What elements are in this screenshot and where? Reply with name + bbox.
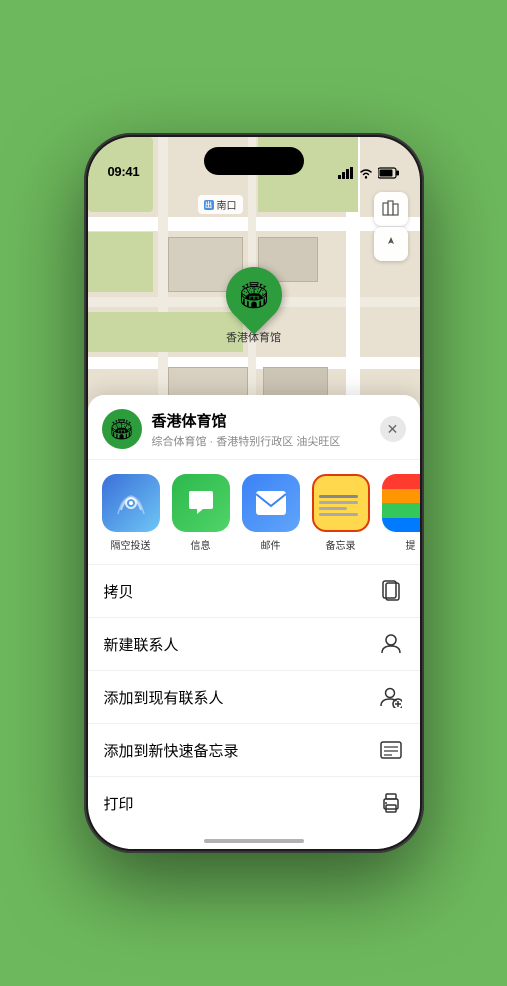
airdrop-icon <box>102 474 160 532</box>
print-svg <box>380 793 402 813</box>
message-icon <box>172 474 230 532</box>
location-button[interactable] <box>374 227 408 261</box>
share-item-notes[interactable]: 备忘录 <box>312 474 370 552</box>
notes-line-3 <box>319 507 348 510</box>
note-svg <box>380 741 402 759</box>
map-label-dot: 出 <box>204 200 214 210</box>
notes-line-2 <box>319 501 359 504</box>
venue-pin[interactable]: 🏟 香港体育馆 <box>226 267 282 345</box>
wifi-icon <box>359 167 373 179</box>
action-copy-label: 拷贝 <box>104 581 134 602</box>
notes-icon <box>312 474 370 532</box>
action-add-existing-label: 添加到现有联系人 <box>104 687 224 708</box>
add-existing-icon <box>378 684 404 710</box>
location-icon <box>383 236 399 252</box>
action-print-label: 打印 <box>104 793 134 814</box>
share-item-airdrop[interactable]: 隔空投送 <box>102 474 160 552</box>
notes-label: 备忘录 <box>326 537 356 552</box>
action-new-contact-label: 新建联系人 <box>104 634 179 655</box>
airdrop-label: 隔空投送 <box>111 537 151 552</box>
notes-top <box>319 482 363 491</box>
dynamic-island <box>204 147 304 175</box>
mail-icon <box>242 474 300 532</box>
message-label: 信息 <box>191 537 211 552</box>
more-icon <box>382 474 420 532</box>
pin-emoji: 🏟 <box>237 280 270 311</box>
action-list: 拷贝 新建联系人 <box>88 565 420 829</box>
share-item-mail[interactable]: 邮件 <box>242 474 300 552</box>
action-copy[interactable]: 拷贝 <box>88 565 420 618</box>
mail-label: 邮件 <box>261 537 281 552</box>
notes-line-1 <box>319 495 359 498</box>
venue-name: 香港体育馆 <box>152 410 380 431</box>
screen: 09:41 <box>88 137 420 849</box>
message-svg <box>185 487 217 519</box>
action-add-existing[interactable]: 添加到现有联系人 <box>88 671 420 724</box>
airdrop-svg <box>116 488 146 518</box>
phone-frame: 09:41 <box>84 133 424 853</box>
action-add-note-label: 添加到新快速备忘录 <box>104 740 239 761</box>
notes-line-4 <box>319 513 359 516</box>
person-svg <box>380 633 402 655</box>
signal-icon <box>338 167 354 179</box>
more-label: 提 <box>406 537 416 552</box>
pin-marker: 🏟 <box>214 255 293 334</box>
bottom-sheet: 🏟 香港体育馆 综合体育馆 · 香港特别行政区 油尖旺区 ✕ <box>88 395 420 849</box>
share-row: 隔空投送 信息 <box>88 460 420 565</box>
add-note-icon <box>378 737 404 763</box>
copy-svg <box>381 580 401 602</box>
status-time: 09:41 <box>108 164 140 179</box>
print-icon <box>378 790 404 816</box>
venue-info: 香港体育馆 综合体育馆 · 香港特别行政区 油尖旺区 <box>152 410 380 449</box>
close-button[interactable]: ✕ <box>380 416 406 442</box>
map-label: 出 南口 <box>198 195 243 214</box>
map-controls[interactable] <box>374 192 408 261</box>
new-contact-icon <box>378 631 404 657</box>
share-item-more[interactable]: 提 <box>382 474 420 552</box>
map-type-button[interactable] <box>374 192 408 226</box>
map-label-text: 南口 <box>217 197 237 212</box>
action-print[interactable]: 打印 <box>88 777 420 829</box>
action-add-note[interactable]: 添加到新快速备忘录 <box>88 724 420 777</box>
venue-icon: 🏟 <box>102 409 142 449</box>
battery-icon <box>378 167 400 179</box>
action-new-contact[interactable]: 新建联系人 <box>88 618 420 671</box>
share-item-message[interactable]: 信息 <box>172 474 230 552</box>
mail-svg <box>255 490 287 516</box>
home-indicator <box>204 839 304 843</box>
phone-inner: 09:41 <box>88 137 420 849</box>
person-add-svg <box>380 686 402 708</box>
venue-address: 综合体育馆 · 香港特别行政区 油尖旺区 <box>152 433 380 449</box>
sheet-header: 🏟 香港体育馆 综合体育馆 · 香港特别行政区 油尖旺区 ✕ <box>88 395 420 460</box>
copy-icon <box>378 578 404 604</box>
status-icons <box>338 167 400 179</box>
map-type-icon <box>382 200 400 218</box>
